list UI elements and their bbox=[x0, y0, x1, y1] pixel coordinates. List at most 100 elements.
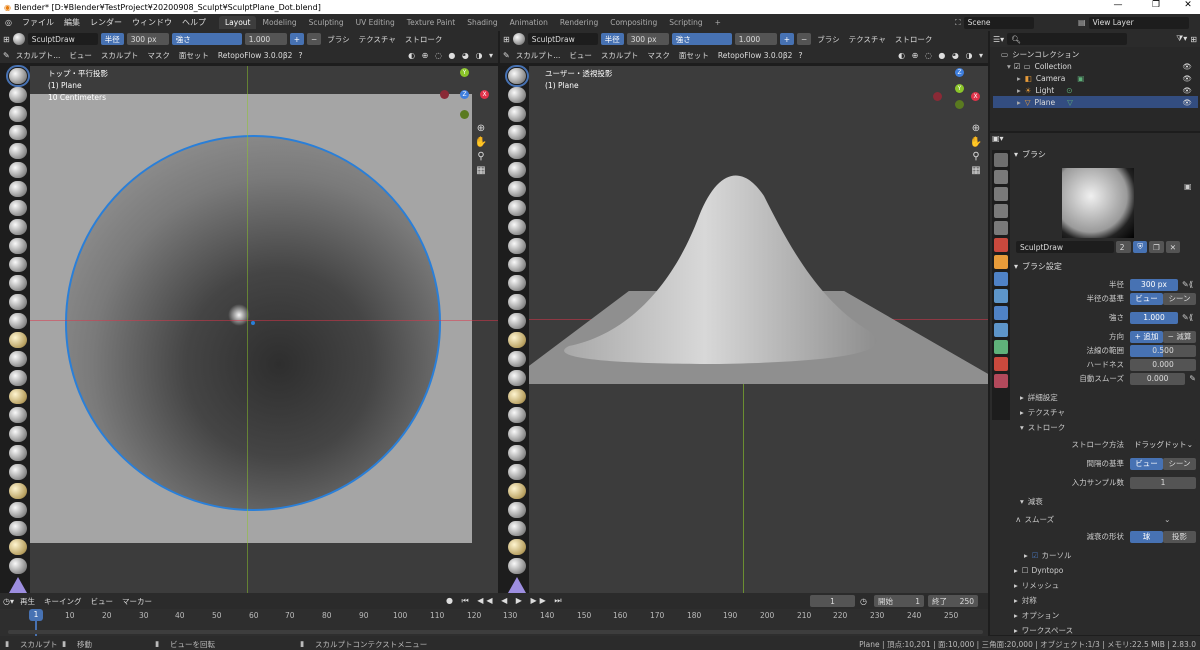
add-workspace-button[interactable]: + bbox=[709, 16, 727, 29]
camera-icon[interactable]: ⚲ bbox=[969, 150, 983, 164]
mesh-filter-icon[interactable] bbox=[508, 558, 526, 575]
strength-label[interactable]: 強さ bbox=[671, 33, 732, 45]
left-nav-gizmo[interactable]: Y X Z bbox=[440, 68, 490, 119]
tab-shading[interactable]: Shading bbox=[461, 16, 503, 29]
box-mask-icon[interactable] bbox=[508, 539, 526, 556]
tab-animation[interactable]: Animation bbox=[504, 16, 554, 29]
playhead[interactable]: 1 bbox=[29, 609, 43, 621]
transform-icon[interactable] bbox=[9, 577, 27, 594]
clay-icon[interactable] bbox=[508, 105, 526, 122]
visibility-icon[interactable]: 👁︎ bbox=[1182, 86, 1192, 95]
crease-icon[interactable] bbox=[508, 218, 526, 235]
gizmo-y-icon[interactable]: Y bbox=[955, 84, 964, 93]
draw-sharp-icon[interactable] bbox=[508, 86, 526, 103]
texture-menu[interactable]: テクスチャ bbox=[846, 33, 889, 46]
falloff-subpanel[interactable]: ▾ 減衰 bbox=[1020, 494, 1043, 508]
tab-sculpting[interactable]: Sculpting bbox=[303, 16, 350, 29]
stroke-menu[interactable]: ストローク bbox=[402, 33, 446, 46]
menu-render[interactable]: レンダー bbox=[85, 17, 127, 28]
stroke-method-dropdown[interactable]: ドラッグドット ⌄ bbox=[1130, 438, 1196, 451]
outliner-item-light[interactable]: ▸ ☀ Light ⊙ 👁︎ bbox=[993, 84, 1198, 96]
physics-tab-icon[interactable] bbox=[994, 306, 1008, 320]
render-tab-icon[interactable] bbox=[994, 170, 1008, 184]
brush-name-field[interactable]: SculptDraw bbox=[1016, 241, 1114, 253]
mode-selector[interactable]: スカルプト... bbox=[513, 49, 564, 62]
blender-menu-icon[interactable]: ◎ bbox=[0, 18, 17, 27]
brush-preview-icon[interactable] bbox=[12, 33, 25, 45]
visibility-icon[interactable]: 👁︎ bbox=[1182, 62, 1192, 71]
cursor-subpanel[interactable]: ▸ ☑ カーソル bbox=[1024, 548, 1072, 562]
direction-add[interactable]: + 追加 bbox=[1130, 330, 1163, 343]
input-samples-field[interactable]: 1 bbox=[1130, 476, 1196, 489]
spacing-ref-scene[interactable]: シーン bbox=[1163, 457, 1196, 470]
constraints-tab-icon[interactable] bbox=[994, 323, 1008, 337]
gizmo-z-icon[interactable]: Z bbox=[955, 68, 964, 77]
scrape-icon[interactable] bbox=[9, 294, 27, 311]
subtract-direction-button[interactable]: − bbox=[307, 33, 322, 45]
brush-thumbnail[interactable] bbox=[1062, 168, 1134, 238]
brush-settings-header[interactable]: ▾ ブラシ設定 bbox=[1010, 259, 1198, 273]
strength-field[interactable]: 1.000 bbox=[244, 33, 287, 45]
gizmo-neg-y-icon[interactable] bbox=[460, 110, 469, 119]
radius-slider[interactable]: 300 px bbox=[1130, 278, 1178, 291]
output-tab-icon[interactable] bbox=[994, 187, 1008, 201]
gizmo-y-icon[interactable]: Y bbox=[460, 68, 469, 77]
tab-layout[interactable]: Layout bbox=[218, 16, 257, 29]
pose-icon[interactable] bbox=[9, 426, 27, 443]
thumb-icon[interactable] bbox=[508, 407, 526, 424]
strength-slider[interactable]: 1.000 bbox=[1130, 311, 1178, 324]
transform-icon[interactable] bbox=[508, 577, 526, 594]
outliner-scene-collection[interactable]: ▭ シーンコレクション bbox=[993, 48, 1198, 60]
scrape-icon[interactable] bbox=[508, 294, 526, 311]
add-direction-button[interactable]: + bbox=[779, 33, 794, 45]
menu-mask[interactable]: マスク bbox=[644, 49, 673, 62]
simplify-icon[interactable] bbox=[508, 501, 526, 518]
scene-selector[interactable]: Scene bbox=[963, 16, 1034, 29]
pinch-icon[interactable] bbox=[508, 332, 526, 348]
autosmooth-slider[interactable]: 0.000 bbox=[1130, 372, 1186, 385]
symmetry-subpanel[interactable]: ▸ 対称 bbox=[1014, 593, 1037, 607]
zoom-icon[interactable]: ⊕ bbox=[969, 122, 983, 136]
falloff-shape-sphere[interactable]: 球 bbox=[1130, 530, 1163, 543]
tab-uv-editing[interactable]: UV Editing bbox=[350, 16, 401, 29]
menu-keying[interactable]: キーイング bbox=[41, 595, 85, 608]
tab-texture-paint[interactable]: Texture Paint bbox=[401, 16, 461, 29]
brush-name-field[interactable]: SculptDraw bbox=[27, 33, 98, 45]
mode-selector[interactable]: スカルプト... bbox=[13, 49, 64, 62]
clay-icon[interactable] bbox=[9, 105, 27, 122]
checkbox-icon[interactable]: ☑ bbox=[1032, 551, 1039, 560]
tab-scripting[interactable]: Scripting bbox=[663, 16, 708, 29]
outliner-collection[interactable]: ▾ ☑ ▭ Collection 👁︎ bbox=[993, 60, 1198, 72]
pressure-icon[interactable]: ✎ bbox=[1189, 374, 1196, 383]
draw-brush-icon[interactable] bbox=[6, 65, 30, 87]
duplicate-icon[interactable]: ❐ bbox=[1148, 241, 1164, 253]
workspace-subpanel[interactable]: ▸ ワークスペース bbox=[1014, 623, 1073, 637]
brush-preview-icon[interactable] bbox=[512, 33, 525, 45]
draw-sharp-icon[interactable] bbox=[9, 86, 27, 103]
image-icon[interactable]: ▣ bbox=[1184, 182, 1192, 191]
draw-brush-icon[interactable] bbox=[505, 65, 529, 87]
gizmo-z-icon[interactable]: Z bbox=[460, 90, 469, 99]
inflate-icon[interactable] bbox=[9, 181, 27, 198]
clay-thumb-icon[interactable] bbox=[508, 143, 526, 160]
world-tab-icon[interactable] bbox=[994, 238, 1008, 252]
remesh-subpanel[interactable]: ▸ リメッシュ bbox=[1014, 578, 1059, 592]
normal-radius-slider[interactable]: 0.500 bbox=[1130, 344, 1196, 357]
pressure-icon[interactable]: ✎⟪ bbox=[1182, 280, 1193, 289]
nudge-icon[interactable] bbox=[9, 445, 27, 462]
multiplane-scrape-icon[interactable] bbox=[508, 313, 526, 330]
camera-icon[interactable]: ⚲ bbox=[474, 150, 488, 164]
radius-label[interactable]: 半径 bbox=[100, 33, 124, 45]
texture-menu[interactable]: テクスチャ bbox=[356, 33, 399, 46]
shading-buttons[interactable]: ◐ ⊕ ◌ ● ◕ ◑ ▾ bbox=[408, 51, 495, 60]
pan-hand-icon[interactable]: ✋ bbox=[969, 136, 983, 150]
clay-strips-icon[interactable] bbox=[508, 124, 526, 141]
clay-thumb-icon[interactable] bbox=[9, 143, 27, 160]
elastic-deform-icon[interactable] bbox=[9, 369, 27, 386]
multiplane-scrape-icon[interactable] bbox=[9, 313, 27, 330]
filter-icon[interactable]: ⧩▾ bbox=[1176, 34, 1187, 44]
box-mask-icon[interactable] bbox=[9, 539, 27, 556]
grab-icon[interactable] bbox=[9, 350, 27, 367]
menu-help[interactable]: ヘルプ bbox=[177, 17, 211, 28]
new-collection-icon[interactable]: ⊞ bbox=[1190, 35, 1197, 44]
